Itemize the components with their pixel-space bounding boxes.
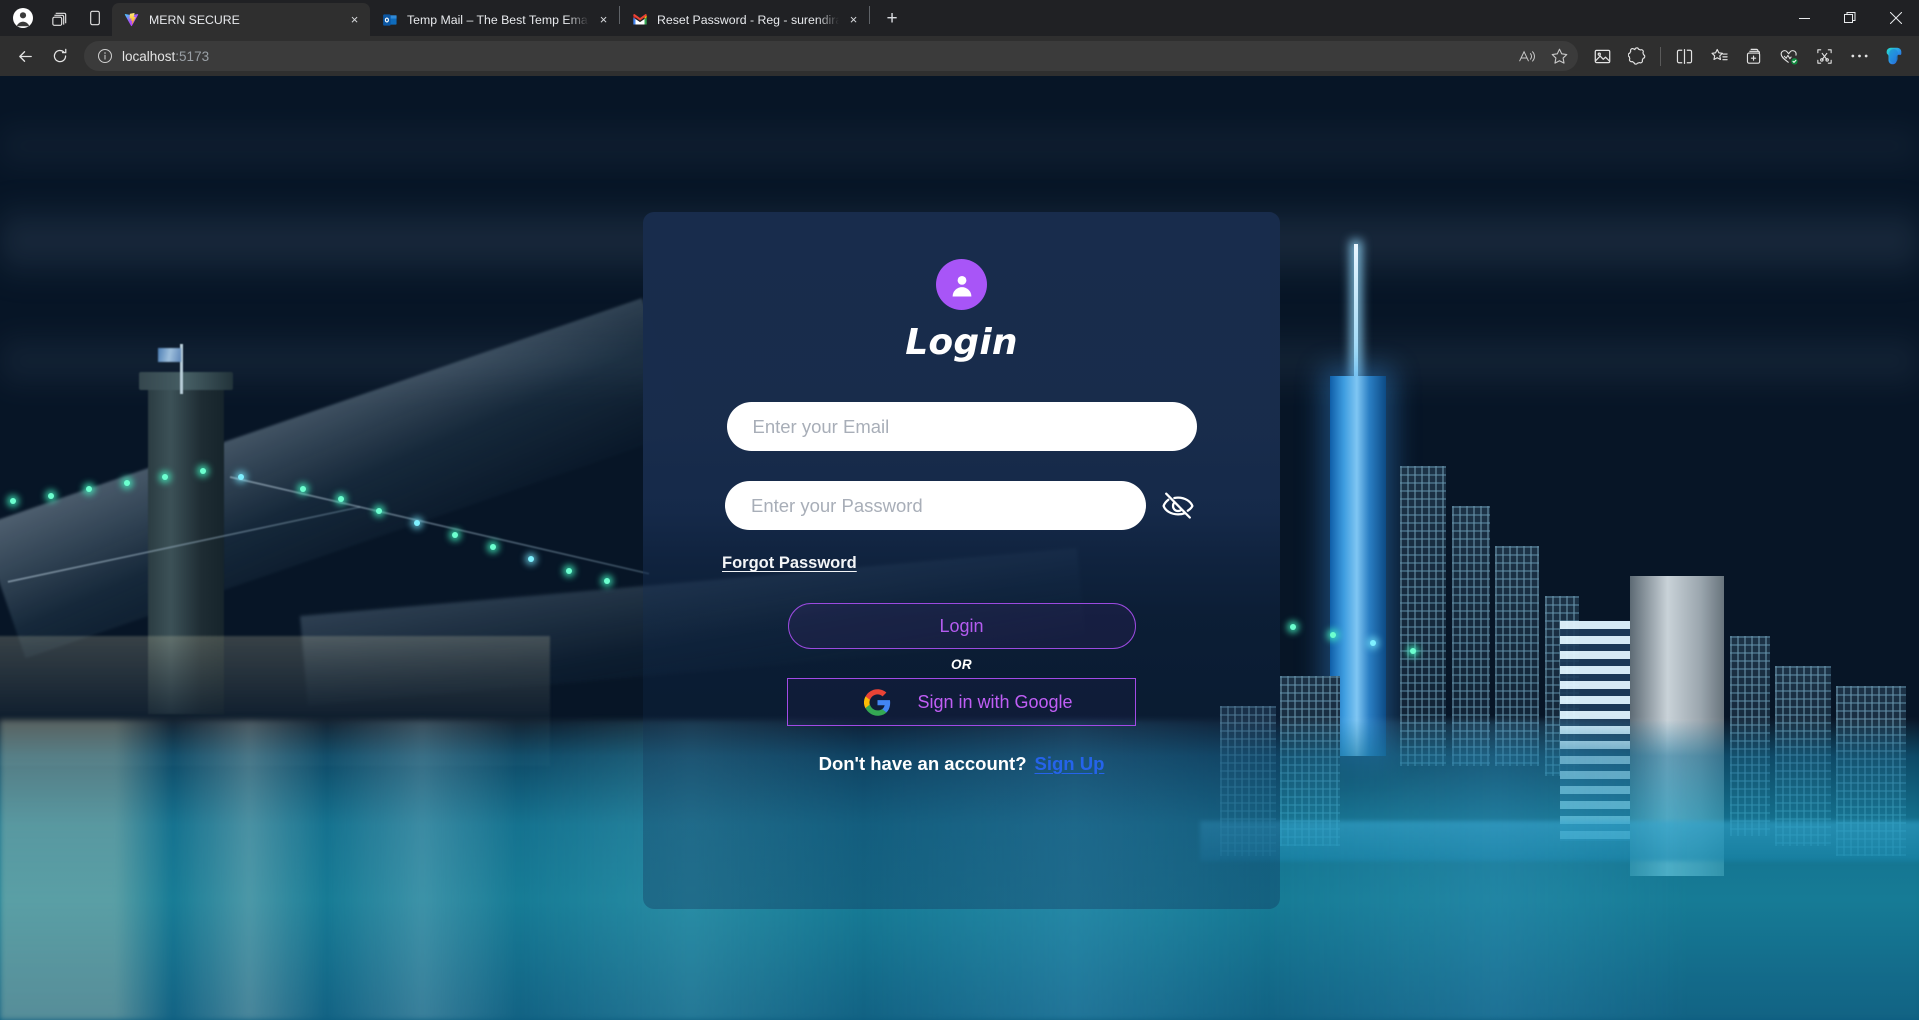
address-bar-url: localhost:5173	[122, 49, 1512, 64]
split-screen-icon[interactable]	[1667, 40, 1701, 72]
back-arrow-icon[interactable]	[8, 40, 42, 72]
password-input[interactable]	[725, 481, 1146, 530]
signup-prompt-text: Don't have an account?	[818, 753, 1027, 774]
web-capture-icon[interactable]	[1807, 40, 1841, 72]
tab-title: Temp Mail – The Best Temp Email	[407, 12, 589, 27]
email-input[interactable]	[726, 402, 1197, 451]
favorites-list-icon[interactable]	[1702, 40, 1736, 72]
collections-icon[interactable]	[42, 3, 76, 33]
browser-titlebar: MERN SECURE × Temp Mail – The Best Temp …	[0, 0, 1919, 36]
url-port: :5173	[175, 48, 210, 64]
page-title: Login	[905, 322, 1018, 363]
vite-logo-icon	[123, 11, 140, 28]
page-viewport: Login Forgot Password Login OR	[0, 76, 1919, 1020]
forgot-password-link[interactable]: Forgot Password	[722, 554, 857, 573]
tab-separator	[869, 5, 870, 24]
email-field-row	[643, 363, 1280, 451]
tab-mern-secure[interactable]: MERN SECURE ×	[112, 3, 370, 36]
refresh-icon[interactable]	[43, 40, 77, 72]
tab-title: Reset Password - Reg - surendirasoft	[657, 12, 839, 27]
signup-prompt-row: Don't have an account? Sign Up	[819, 753, 1105, 775]
outlook-mail-icon	[381, 11, 398, 28]
address-bar[interactable]: localhost:5173	[84, 41, 1578, 71]
tab-close-button[interactable]: ×	[842, 8, 865, 31]
browser-essentials-icon[interactable]	[78, 3, 112, 33]
browser-window: MERN SECURE × Temp Mail – The Best Temp …	[0, 0, 1919, 1020]
window-controls	[1781, 0, 1919, 36]
restore-icon[interactable]	[1827, 0, 1873, 36]
image-icon[interactable]	[1585, 40, 1619, 72]
tab-title: MERN SECURE	[149, 12, 240, 27]
extensions-icon[interactable]	[1620, 40, 1654, 72]
signup-link[interactable]: Sign Up	[1035, 753, 1105, 775]
add-collection-icon[interactable]	[1737, 40, 1771, 72]
new-tab-button[interactable]: +	[877, 4, 907, 34]
or-divider-label: OR	[950, 657, 973, 672]
login-button[interactable]: Login	[787, 603, 1136, 649]
browser-toolbar: localhost:5173	[0, 36, 1919, 76]
star-icon[interactable]	[1544, 43, 1574, 69]
tab-temp-mail[interactable]: Temp Mail – The Best Temp Email ×	[370, 3, 619, 36]
more-options-icon[interactable]	[1842, 40, 1876, 72]
close-icon[interactable]	[1873, 0, 1919, 36]
user-avatar-icon	[936, 259, 987, 310]
browser-essentials-heart-icon[interactable]	[1772, 40, 1806, 72]
login-card: Login Forgot Password Login OR	[643, 212, 1280, 909]
google-signin-button[interactable]: Sign in with Google	[787, 678, 1136, 726]
gmail-icon	[631, 11, 648, 28]
eye-off-icon[interactable]	[1158, 486, 1198, 526]
tab-strip: MERN SECURE × Temp Mail – The Best Temp …	[112, 0, 1781, 36]
tab-close-button[interactable]: ×	[343, 8, 366, 31]
google-signin-label: Sign in with Google	[917, 691, 1073, 712]
site-info-icon[interactable]	[94, 45, 116, 67]
minimize-icon[interactable]	[1781, 0, 1827, 36]
address-bar-actions	[1512, 43, 1574, 69]
titlebar-left-controls	[0, 0, 112, 36]
url-host: localhost	[122, 48, 176, 64]
read-aloud-icon[interactable]	[1512, 43, 1542, 69]
toolbar-separator	[1660, 46, 1661, 66]
copilot-icon[interactable]	[1877, 40, 1911, 72]
password-field-row	[643, 481, 1280, 530]
google-g-icon	[864, 688, 891, 716]
profile-avatar-icon[interactable]	[6, 3, 40, 33]
tab-reset-password[interactable]: Reset Password - Reg - surendirasoft ×	[620, 3, 869, 36]
tab-close-button[interactable]: ×	[592, 8, 615, 31]
